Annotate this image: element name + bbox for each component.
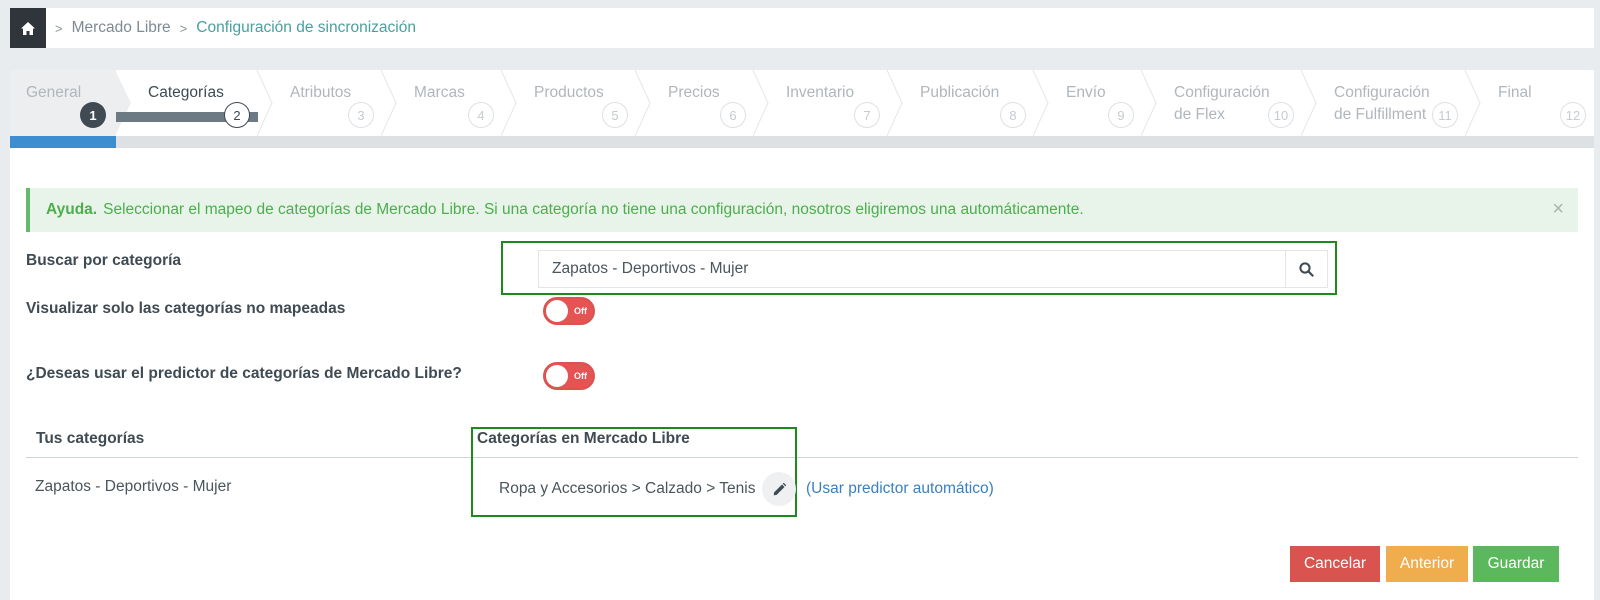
table-row-category: Zapatos - Deportivos - Mujer xyxy=(35,478,232,495)
breadcrumb-item-current: Configuración de sincronización xyxy=(196,19,416,36)
column-header-your-categories: Tus categorías xyxy=(36,430,145,447)
ml-category-highlight xyxy=(471,427,797,517)
wizard-step-11[interactable]: Configuración de Fulfillment 11 xyxy=(1302,70,1481,136)
wizard-step-label: Categorías xyxy=(148,84,224,101)
predictor-toggle[interactable]: Off xyxy=(543,362,595,390)
wizard-step-number: 2 xyxy=(224,102,250,128)
table-row-ml-category: Ropa y Accesorios > Calzado > Tenis xyxy=(499,480,756,497)
wizard-step-7[interactable]: Inventario 7 xyxy=(754,70,903,136)
wizard-step-label: General xyxy=(26,84,82,101)
wizard-step-label: Marcas xyxy=(414,84,465,101)
wizard-step-8[interactable]: Publicación 8 xyxy=(888,70,1049,136)
table-divider xyxy=(26,457,1578,458)
save-button[interactable]: Guardar xyxy=(1473,546,1559,582)
wizard-step-label: Publicación xyxy=(920,84,1000,101)
search-group xyxy=(538,250,1328,288)
edit-category-button[interactable] xyxy=(762,472,796,506)
wizard-step-label: Atributos xyxy=(290,84,352,101)
breadcrumb: > Mercado Libre > Configuración de sincr… xyxy=(10,8,1594,48)
close-icon[interactable]: × xyxy=(1552,198,1564,221)
wizard-step-1[interactable]: General 1 xyxy=(10,70,131,136)
wizard-step-label: Final xyxy=(1498,84,1532,101)
wizard-step-label: Configuración de Flex xyxy=(1174,84,1270,123)
search-label: Buscar por categoría xyxy=(26,252,182,269)
home-button[interactable] xyxy=(10,8,46,48)
wizard-step-4[interactable]: Marcas 4 xyxy=(382,70,517,136)
search-input[interactable] xyxy=(539,251,1285,287)
wizard-step-label: Inventario xyxy=(786,84,855,101)
search-icon xyxy=(1299,261,1314,277)
toggle-state: Off xyxy=(574,306,587,316)
wizard-step-number: 8 xyxy=(1000,102,1026,128)
unmapped-label: Visualizar solo las categorías no mapead… xyxy=(26,300,346,317)
toggle-state: Off xyxy=(574,371,587,381)
breadcrumb-item-mercado-libre[interactable]: Mercado Libre xyxy=(72,19,171,37)
wizard-step-number: 9 xyxy=(1108,102,1134,128)
wizard-step-number: 12 xyxy=(1560,102,1586,128)
wizard-step-number: 4 xyxy=(468,102,494,128)
main-panel: Ayuda. Seleccionar el mapeo de categoría… xyxy=(10,148,1594,600)
wizard-step-5[interactable]: Productos 5 xyxy=(502,70,651,136)
wizard-step-3[interactable]: Atributos 3 xyxy=(258,70,397,136)
cancel-button[interactable]: Cancelar xyxy=(1290,546,1380,582)
unmapped-toggle[interactable]: Off xyxy=(543,297,595,325)
wizard-step-number: 7 xyxy=(854,102,880,128)
wizard-step-label: Precios xyxy=(668,84,720,101)
wizard-step-label: Configuración de Fulfillment xyxy=(1334,84,1430,123)
chevron-right-icon: > xyxy=(55,20,63,36)
auto-predictor-link[interactable]: (Usar predictor automático) xyxy=(806,480,994,498)
wizard-step-9[interactable]: Envío 9 xyxy=(1034,70,1157,136)
wizard-step-6[interactable]: Precios 6 xyxy=(636,70,769,136)
wizard-steps: General 1 Categorías 2 Atributos 3 Marcas 4 Prod… xyxy=(10,70,1594,136)
search-button[interactable] xyxy=(1285,251,1327,287)
wizard-step-10[interactable]: Configuración de Flex 10 xyxy=(1142,70,1317,136)
wizard-step-number: 5 xyxy=(602,102,628,128)
wizard-progress-bar xyxy=(10,136,1594,148)
pencil-icon xyxy=(773,482,786,495)
wizard-step-number: 11 xyxy=(1432,102,1458,128)
chevron-right-icon: > xyxy=(179,20,188,36)
wizard-step-number: 3 xyxy=(348,102,374,128)
wizard-step-2[interactable]: Categorías 2 xyxy=(116,70,273,136)
predictor-label: ¿Deseas usar el predictor de categorías … xyxy=(26,365,462,382)
home-icon xyxy=(21,21,35,35)
help-alert: Ayuda. Seleccionar el mapeo de categoría… xyxy=(26,188,1578,232)
wizard-step-12[interactable]: Final 12 xyxy=(1466,70,1594,136)
wizard-step-label: Productos xyxy=(534,84,604,101)
wizard-step-number: 1 xyxy=(80,102,106,128)
wizard-step-number: 6 xyxy=(720,102,746,128)
previous-button[interactable]: Anterior xyxy=(1386,546,1468,582)
alert-message: Seleccionar el mapeo de categorías de Me… xyxy=(103,201,1084,218)
wizard-step-label: Envío xyxy=(1066,84,1106,101)
wizard-step-number: 10 xyxy=(1268,102,1294,128)
alert-title: Ayuda. xyxy=(46,201,98,218)
